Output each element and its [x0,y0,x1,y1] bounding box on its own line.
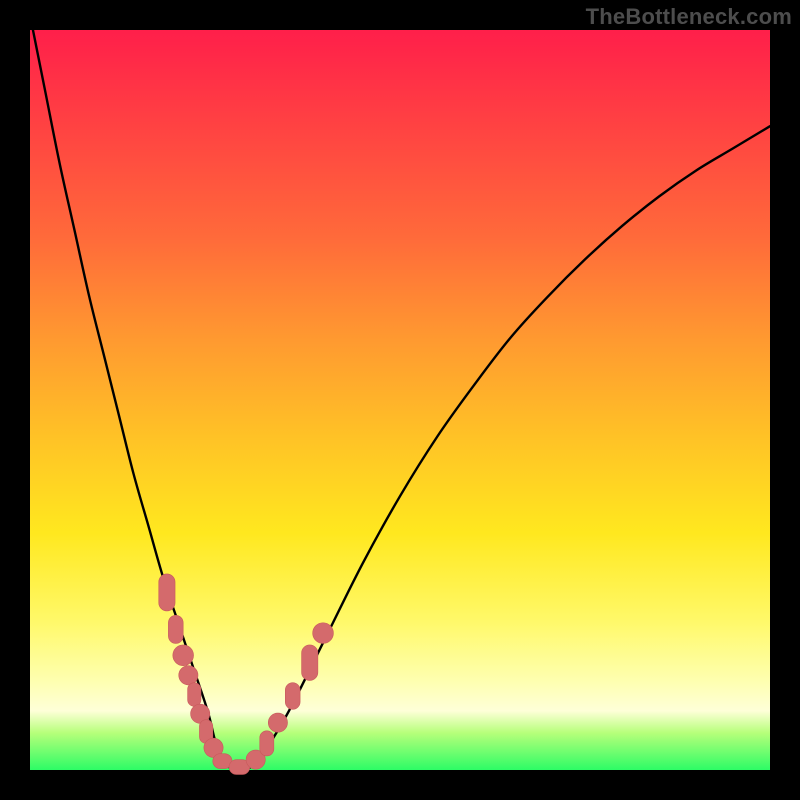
curve-marker [179,666,198,685]
plot-area [30,30,770,770]
watermark-text: TheBottleneck.com [586,4,792,30]
chart-svg [30,30,770,770]
bottleneck-curve [30,15,770,769]
curve-marker [188,683,201,707]
chart-canvas: TheBottleneck.com [0,0,800,800]
curve-marker [173,645,194,666]
curve-marker [260,731,274,756]
curve-marker [159,574,175,611]
curve-markers [159,574,334,775]
curve-marker [268,713,287,732]
curve-marker [168,615,183,643]
curve-marker [302,645,318,681]
curve-marker [313,623,334,644]
curve-marker [285,683,300,710]
